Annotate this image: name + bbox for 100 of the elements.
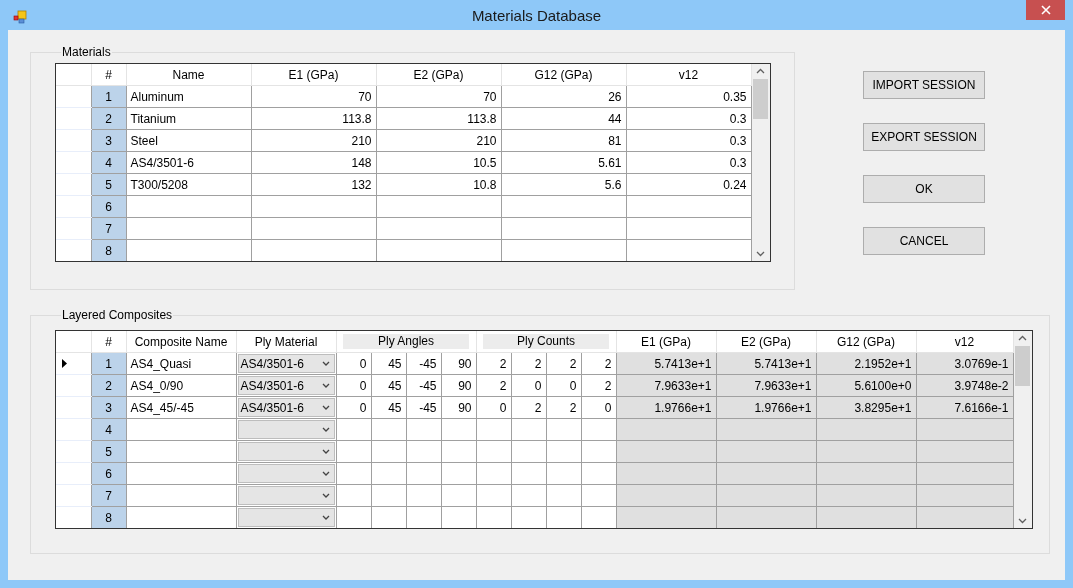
table-cell: 0 xyxy=(581,396,616,419)
ply-material-dropdown[interactable] xyxy=(237,420,335,439)
table-cell: -45 xyxy=(406,396,441,419)
table-cell: 0.3 xyxy=(626,129,751,152)
column-header[interactable]: E2 (GPa) xyxy=(376,64,501,86)
table-cell xyxy=(581,462,616,485)
dialog-button[interactable]: IMPORT SESSION xyxy=(863,71,985,99)
ply-material-dropdown[interactable]: AS4/3501-6 xyxy=(237,376,335,395)
table-cell: 45 xyxy=(371,396,406,419)
ply-material-dropdown[interactable] xyxy=(237,442,335,461)
table-cell xyxy=(476,418,511,441)
table-cell: 0.3 xyxy=(626,151,751,174)
table-cell xyxy=(511,440,546,463)
row-pointer-icon xyxy=(62,358,67,368)
dialog-button[interactable]: CANCEL xyxy=(863,227,985,255)
column-header[interactable]: # xyxy=(91,64,126,86)
table-cell xyxy=(546,484,581,507)
group-label: Layered Composites xyxy=(61,308,174,322)
table-cell xyxy=(406,440,441,463)
dialog-button[interactable]: EXPORT SESSION xyxy=(863,123,985,151)
table-cell: Aluminum xyxy=(126,85,251,108)
table-cell: 2 xyxy=(546,352,581,375)
table-cell xyxy=(546,462,581,485)
column-header[interactable]: E2 (GPa) xyxy=(716,331,816,353)
table-cell: 26 xyxy=(501,85,626,108)
table-cell xyxy=(581,418,616,441)
column-header[interactable]: Ply Material xyxy=(236,331,336,353)
table-cell: AS4_0/90 xyxy=(126,374,236,397)
row-header[interactable] xyxy=(56,352,91,375)
table-cell: 2 xyxy=(581,352,616,375)
table-cell: 90 xyxy=(441,396,476,419)
table-cell: T300/5208 xyxy=(126,173,251,196)
table-cell: 44 xyxy=(501,107,626,130)
table-cell: 113.8 xyxy=(376,107,501,130)
table-cell: 2 xyxy=(476,352,511,375)
table-cell: 113.8 xyxy=(251,107,376,130)
table-cell xyxy=(511,462,546,485)
table-cell: 90 xyxy=(441,352,476,375)
ply-material-dropdown[interactable] xyxy=(237,464,335,483)
table-cell: 2 xyxy=(546,396,581,419)
table-cell xyxy=(441,440,476,463)
table-cell: 0 xyxy=(336,352,371,375)
column-header[interactable]: # xyxy=(91,331,126,353)
app-icon xyxy=(13,10,27,24)
table-cell: AS4_45/-45 xyxy=(126,396,236,419)
table-cell xyxy=(476,462,511,485)
caret-icon xyxy=(321,405,330,410)
table-cell: 70 xyxy=(376,85,501,108)
table-cell: -45 xyxy=(406,352,441,375)
caret-icon xyxy=(321,449,330,454)
caret-icon xyxy=(321,361,330,366)
scrollbar-thumb[interactable] xyxy=(753,79,768,119)
caret-icon xyxy=(321,427,330,432)
table-cell xyxy=(406,484,441,507)
group-label: Materials xyxy=(61,45,112,59)
column-header[interactable]: E1 (GPa) xyxy=(616,331,716,353)
column-header[interactable]: Composite Name xyxy=(126,331,236,353)
ply-material-dropdown[interactable] xyxy=(237,508,335,527)
table-cell: -45 xyxy=(406,374,441,397)
scroll-down-icon[interactable] xyxy=(756,251,765,257)
table-cell xyxy=(546,440,581,463)
column-header[interactable]: Name xyxy=(126,64,251,86)
ply-material-dropdown[interactable] xyxy=(237,486,335,505)
table-cell: 2 xyxy=(511,396,546,419)
column-header[interactable]: v12 xyxy=(916,331,1013,353)
dialog-button[interactable]: OK xyxy=(863,175,985,203)
column-header[interactable]: Ply Angles xyxy=(343,334,469,349)
table-cell xyxy=(406,462,441,485)
table-cell xyxy=(581,484,616,507)
table-cell: 45 xyxy=(371,352,406,375)
table-cell: 210 xyxy=(251,129,376,152)
table-cell xyxy=(371,462,406,485)
ply-material-dropdown[interactable]: AS4/3501-6 xyxy=(237,398,335,417)
caret-icon xyxy=(321,493,330,498)
table-cell: 90 xyxy=(441,374,476,397)
window-title: Materials Database xyxy=(471,6,602,24)
table-cell xyxy=(406,418,441,441)
column-header[interactable]: G12 (GPa) xyxy=(501,64,626,86)
close-button[interactable] xyxy=(1026,0,1065,20)
table-cell xyxy=(441,418,476,441)
table-cell: 45 xyxy=(371,374,406,397)
table-cell xyxy=(476,440,511,463)
column-header[interactable]: Ply Counts xyxy=(483,334,609,349)
scrollbar-thumb[interactable] xyxy=(1015,346,1030,386)
table-cell: 0 xyxy=(476,396,511,419)
table-cell: 0 xyxy=(546,374,581,397)
scroll-up-icon[interactable] xyxy=(756,68,765,74)
table-cell: 0.3 xyxy=(626,107,751,130)
scroll-down-icon[interactable] xyxy=(1018,518,1027,524)
table-cell: 132 xyxy=(251,173,376,196)
column-header[interactable]: v12 xyxy=(626,64,751,86)
column-header[interactable]: G12 (GPa) xyxy=(816,331,916,353)
table-cell: AS4_Quasi xyxy=(126,352,236,375)
column-header[interactable]: E1 (GPa) xyxy=(251,64,376,86)
ply-material-dropdown[interactable]: AS4/3501-6 xyxy=(237,354,335,373)
table-cell xyxy=(476,484,511,507)
table-cell xyxy=(441,462,476,485)
scroll-up-icon[interactable] xyxy=(1018,335,1027,341)
caret-icon xyxy=(321,515,330,520)
table-cell: 0.24 xyxy=(626,173,751,196)
